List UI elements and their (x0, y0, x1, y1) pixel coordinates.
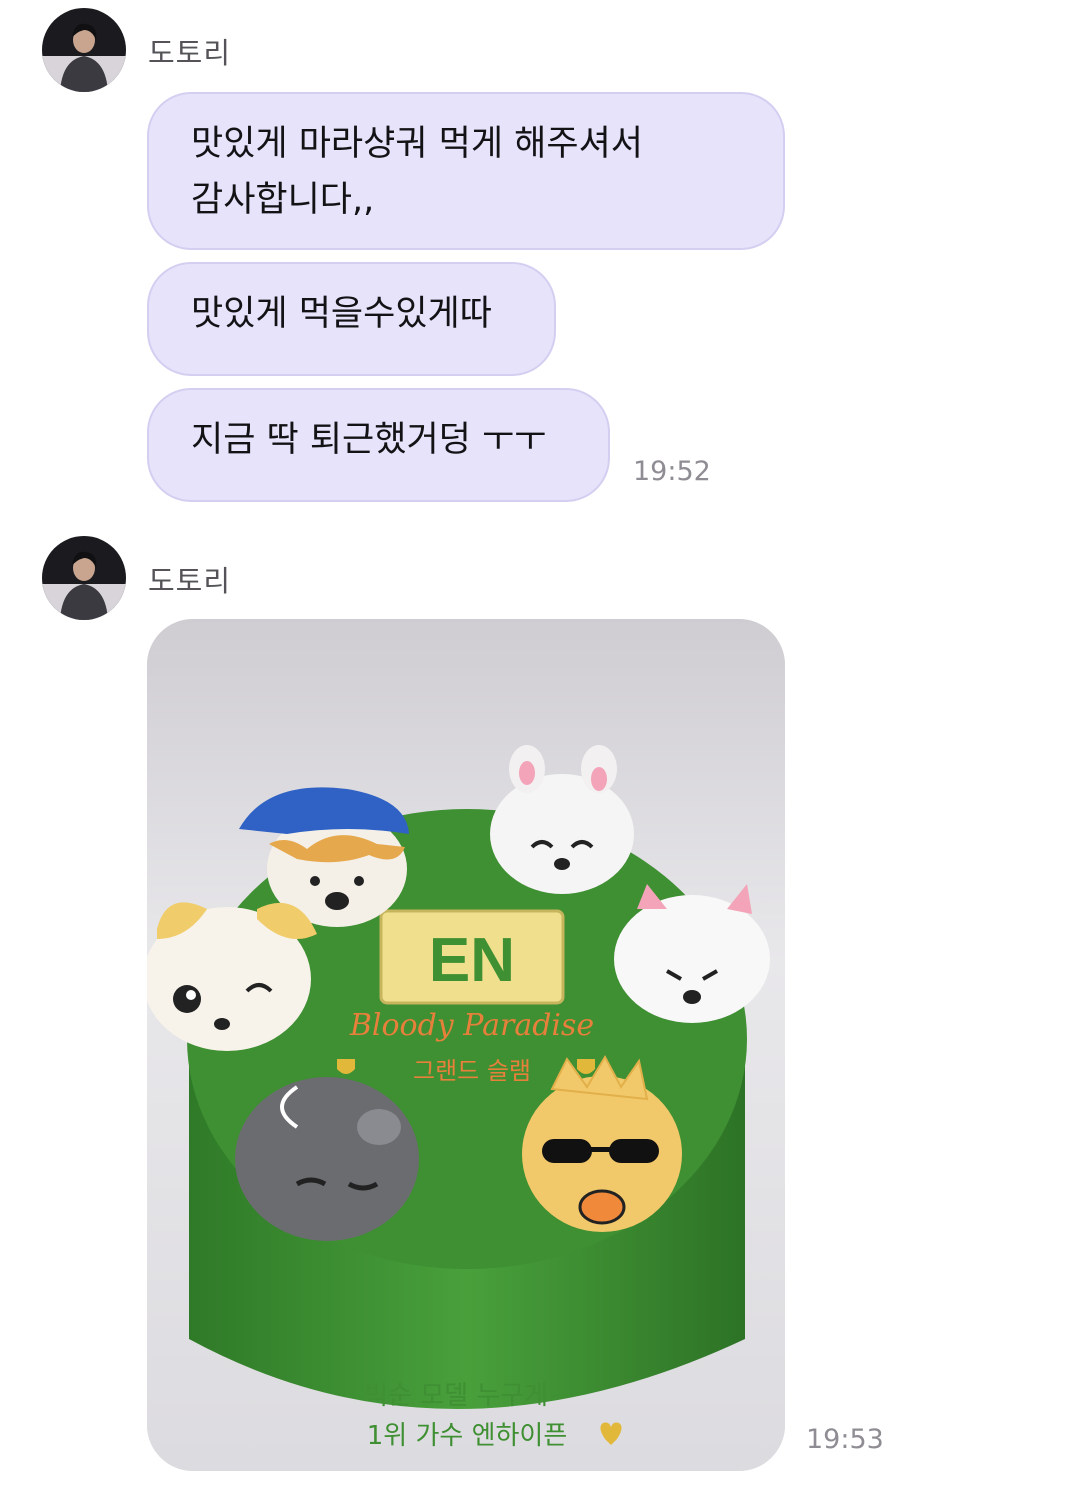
cake-title-text: Bloody Paradise (349, 1008, 594, 1043)
message-timestamp: 19:53 (806, 1424, 884, 1455)
cake-bottom-text-line: 1위 가수 엔하이픈 (367, 1421, 568, 1451)
message-text: 지금 딱 퇴근했거덩 ㅜㅜ (191, 420, 547, 460)
image-message[interactable]: EN Bloody Paradise 그랜드 슬램 빅순 모델 누구게~ 1위 … (147, 619, 785, 1471)
message-text: 맛있게 먹을수있게따 (191, 294, 492, 334)
cake-bottom-text-line: 빅순 모델 누구게~ (364, 1381, 570, 1411)
cake-photo: EN Bloody Paradise 그랜드 슬램 빅순 모델 누구게~ 1위 … (147, 619, 785, 1471)
sender-avatar[interactable] (42, 536, 126, 620)
message-bubble[interactable]: 맛있게 먹을수있게따 (147, 262, 556, 376)
avatar-person-icon (42, 8, 126, 92)
cake-plaque-text: EN (429, 926, 515, 995)
message-text-line: 맛있게 마라샹궈 먹게 해주셔서 (191, 124, 643, 164)
cake-subtitle-text: 그랜드 슬램 (413, 1057, 531, 1085)
message-text-line: 감사합니다,, (191, 180, 375, 220)
avatar-person-icon (42, 536, 126, 620)
sender-avatar[interactable] (42, 8, 126, 92)
message-bubble[interactable]: 맛있게 마라샹궈 먹게 해주셔서 감사합니다,, (147, 92, 785, 250)
message-bubble[interactable]: 지금 딱 퇴근했거덩 ㅜㅜ (147, 388, 610, 502)
message-timestamp: 19:52 (633, 456, 711, 487)
sender-name: 도토리 (148, 36, 232, 70)
sender-name: 도토리 (148, 564, 232, 598)
